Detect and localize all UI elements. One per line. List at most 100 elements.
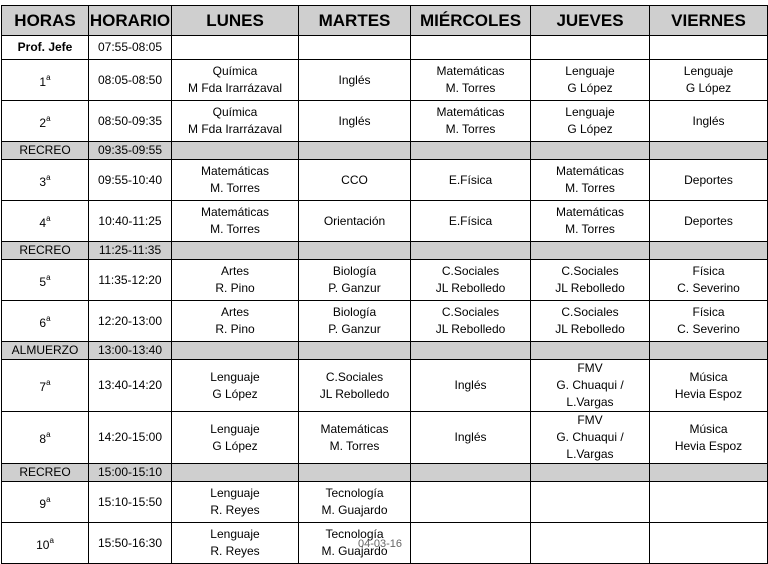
prof-jefe-label: Prof. Jefe [1,35,89,60]
class-cell-jueves: FMV G. Chuaqui / L.Vargas [530,359,650,412]
subject-name: Deportes [684,172,733,187]
period-ordinal-suffix: a [49,535,54,545]
subject-name: Deportes [684,213,733,228]
subject-name: Matemáticas [200,164,270,178]
class-cell-jueves [530,522,650,564]
class-cell-miercoles [410,522,531,564]
empty-cell [530,35,650,60]
period-number: 6a [1,300,89,342]
class-cell-lunes: Artes R. Pino [171,259,299,301]
class-cell-miercoles: E.Física [410,200,531,242]
class-row: 2a 08:50-09:35 Química M Fda Irarrázaval Ing… [1,100,768,142]
subject-name: Inglés [338,113,371,128]
subject-name: C.Sociales [325,369,384,384]
subject-name: FMV [577,361,603,375]
teacher-name: M Fda Irarrázaval [187,81,283,95]
subject-name: Matemáticas [320,421,389,436]
break-label: ALMUERZO [1,341,89,360]
subject-name: Química [212,64,258,78]
teacher-name: G. Chuaqui / [556,430,624,444]
break-label: RECREO [1,241,89,260]
class-cell-viernes: Deportes [649,200,768,242]
break-empty-cell [530,141,650,160]
break-empty-cell [530,241,650,260]
class-cell-jueves: Lenguaje G López [530,100,650,142]
class-cell-viernes: Inglés [649,100,768,142]
period-number-value: 10 [36,537,50,552]
break-empty-cell [171,341,299,360]
subject-name: Música [689,369,728,384]
break-time: 09:35-09:55 [88,141,172,160]
break-row: RECREO 15:00-15:10 [1,463,768,482]
teacher-name: R. Reyes [210,544,260,558]
break-empty-cell [171,463,299,482]
subject-name: Lenguaje [565,64,615,78]
period-time: 08:05-08:50 [88,59,172,101]
class-cell-lunes: Lenguaje R. Reyes [171,481,299,523]
break-time: 13:00-13:40 [88,341,172,360]
class-cell-martes: CCO [298,159,411,201]
break-time: 15:00-15:10 [88,463,172,482]
period-number: 2a [1,100,89,142]
class-cell-viernes: Deportes [649,159,768,201]
teacher-name: G. Chuaqui / [556,378,624,392]
break-empty-cell [298,241,411,260]
period-number: 5a [1,259,89,301]
period-time: 15:50-16:30 [88,522,172,564]
break-row: RECREO 11:25-11:35 [1,241,768,260]
class-cell-viernes: Música Hevia Espoz [649,411,768,464]
teacher-name: M. Torres [445,122,496,136]
period-number: 8a [1,411,89,464]
teacher-name: JL Rebolledo [555,281,625,295]
class-cell-miercoles: Inglés [410,411,531,464]
subject-name: Matemáticas [436,105,505,119]
teacher-name: G López [685,81,732,95]
class-cell-jueves: Matemáticas M. Torres [530,200,650,242]
period-time: 11:35-12:20 [88,259,172,301]
teacher-name: M. Torres [210,222,260,236]
empty-cell [649,35,768,60]
period-ordinal-suffix: a [46,430,51,439]
break-label: RECREO [1,141,89,160]
col-header-martes: MARTES [298,5,411,36]
class-cell-miercoles: C.Sociales JL Rebolledo [410,259,531,301]
teacher-name: M. Torres [565,181,615,195]
class-row: 3a 09:55-10:40 Matemáticas M. Torres CCO E.Fí… [1,159,768,201]
period-number: 7a [1,359,89,412]
class-cell-jueves: C.Sociales JL Rebolledo [530,300,650,342]
class-cell-lunes: Matemáticas M. Torres [171,200,299,242]
col-header-horario: HORARIO [88,5,172,36]
prof-jefe-time: 07:55-08:05 [88,35,172,60]
period-number: 3a [1,159,89,201]
date-stamp: 04-03-16 [358,538,403,550]
class-cell-martes: Inglés [298,59,411,101]
class-cell-jueves: C.Sociales JL Rebolledo [530,259,650,301]
subject-name: C.Sociales [441,264,500,278]
class-cell-viernes: Música Hevia Espoz [649,359,768,412]
subject-name: C.Sociales [561,305,619,319]
class-cell-lunes: Lenguaje R. Reyes [171,522,299,564]
subject-name: Biología [332,264,377,278]
break-row: ALMUERZO 13:00-13:40 [1,341,768,360]
class-cell-martes: C.Sociales JL Rebolledo [298,359,411,412]
teacher-name: G López [212,386,258,401]
class-cell-martes: Orientación [298,200,411,242]
class-row: 5a 11:35-12:20 Artes R. Pino Biología P. Ganz… [1,259,768,301]
period-time: 14:20-15:00 [88,411,172,464]
empty-cell [171,35,299,60]
subject-name: Lenguaje [210,369,260,384]
subject-name: Lenguaje [210,421,260,436]
subject-name: Orientación [323,213,386,228]
class-row: 9a 15:10-15:50 Lenguaje R. Reyes Tecnología M… [1,481,768,523]
period-number: 4a [1,200,89,242]
period-time: 12:20-13:00 [88,300,172,342]
teacher-name: M. Torres [210,181,260,195]
subject-name: Química [212,105,258,119]
teacher-name: P. Ganzur [328,281,381,295]
teacher-name: M. Guajardo [321,503,388,517]
schedule-table: HORAS HORARIO LUNES MARTES MIÉRCOLES JUE… [1,5,768,564]
subject-name: Inglés [454,430,487,444]
teacher-name: R. Reyes [210,503,260,517]
break-empty-cell [649,241,768,260]
class-row: 8a 14:20-15:00 Lenguaje G López Matemáticas M… [1,411,768,464]
